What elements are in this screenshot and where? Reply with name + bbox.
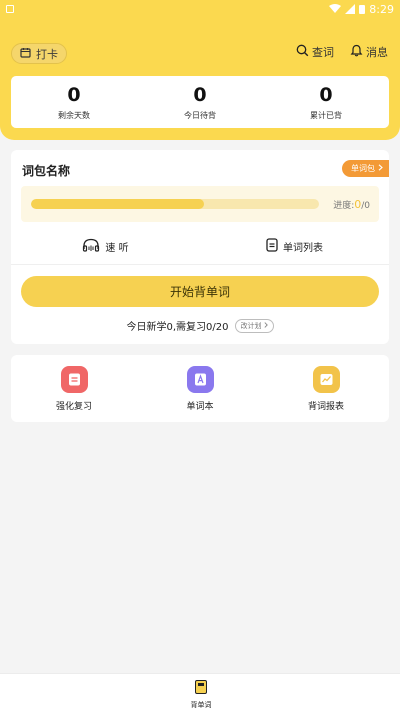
stat-value: 0 <box>193 84 207 106</box>
stat-label: 累计已背 <box>310 111 342 120</box>
chevron-right-icon <box>378 164 383 173</box>
checkin-button[interactable]: 打卡 <box>11 43 67 64</box>
messages-label: 消息 <box>366 46 388 59</box>
lookup-button[interactable]: 查词 <box>296 44 334 60</box>
status-bar: 8:29 <box>0 0 400 18</box>
study-report-button[interactable]: 背词报表 <box>263 355 389 422</box>
tool-label: 强化复习 <box>55 402 92 412</box>
stat-label: 剩余天数 <box>58 111 90 120</box>
list-icon <box>266 237 278 255</box>
progress-current: 0 <box>354 198 362 211</box>
stats-card: 0 剩余天数 0 今日待背 0 累计已背 <box>11 76 389 128</box>
start-memorize-button[interactable]: 开始背单词 <box>21 276 379 307</box>
stat-value: 0 <box>67 84 81 106</box>
stat-value: 0 <box>319 84 333 106</box>
report-icon <box>312 366 340 393</box>
chevron-right-icon <box>263 321 268 330</box>
intensive-review-button[interactable]: 强化复习 <box>11 355 137 422</box>
bottom-nav: 背单词 <box>0 673 400 711</box>
plan-summary: 今日新学0,需复习0/20 <box>126 322 229 333</box>
wordbook-icon <box>186 366 214 393</box>
nav-item-memorize[interactable]: 背单词 <box>186 679 216 710</box>
tools-card: 强化复习 单词本 背词报表 <box>11 355 389 422</box>
divider <box>11 264 389 265</box>
book-icon <box>195 679 207 698</box>
wordbook-card: 词包名称 单词包 进度: 0 /0 速 听 单词列表 开始背单词 今日新学0,需… <box>11 150 389 344</box>
word-list-label: 单词列表 <box>283 242 323 254</box>
progress-fill <box>31 199 204 209</box>
progress-label: 进度: <box>333 201 355 211</box>
stat-today-pending: 0 今日待背 <box>137 76 263 128</box>
word-list-button[interactable]: 单词列表 <box>200 234 389 258</box>
stat-remaining-days: 0 剩余天数 <box>11 76 137 128</box>
wifi-icon <box>329 4 342 14</box>
checkin-label: 打卡 <box>36 47 58 61</box>
bell-icon <box>350 44 363 60</box>
calendar-icon <box>20 47 31 61</box>
wordbook-tag-button[interactable]: 单词包 <box>342 160 389 177</box>
change-plan-button[interactable]: 改计划 <box>234 318 274 333</box>
tool-label: 背词报表 <box>307 402 344 412</box>
signal-icon <box>345 4 356 14</box>
tool-label: 单词本 <box>186 402 214 412</box>
status-time: 8:29 <box>369 2 394 16</box>
quick-listen-button[interactable]: 速 听 <box>11 234 200 258</box>
wordbook-button[interactable]: 单词本 <box>137 355 263 422</box>
wordbook-tag-label: 单词包 <box>351 164 375 173</box>
headphones-icon <box>82 238 100 255</box>
review-icon <box>60 366 88 393</box>
progress-bar <box>31 199 319 209</box>
messages-button[interactable]: 消息 <box>350 44 388 60</box>
search-icon <box>296 44 309 60</box>
nav-label: 背单词 <box>190 701 212 709</box>
change-plan-label: 改计划 <box>240 321 262 330</box>
notification-icon <box>6 5 14 13</box>
stat-total-learned: 0 累计已背 <box>263 76 389 128</box>
progress-text: 进度: 0 /0 <box>333 198 370 211</box>
progress-box: 进度: 0 /0 <box>21 186 379 222</box>
progress-total: /0 <box>361 201 370 211</box>
battery-icon <box>359 4 366 14</box>
stat-label: 今日待背 <box>184 111 216 120</box>
wordbook-title: 词包名称 <box>22 164 71 178</box>
lookup-label: 查词 <box>312 46 334 59</box>
quick-listen-label: 速 听 <box>105 242 129 254</box>
